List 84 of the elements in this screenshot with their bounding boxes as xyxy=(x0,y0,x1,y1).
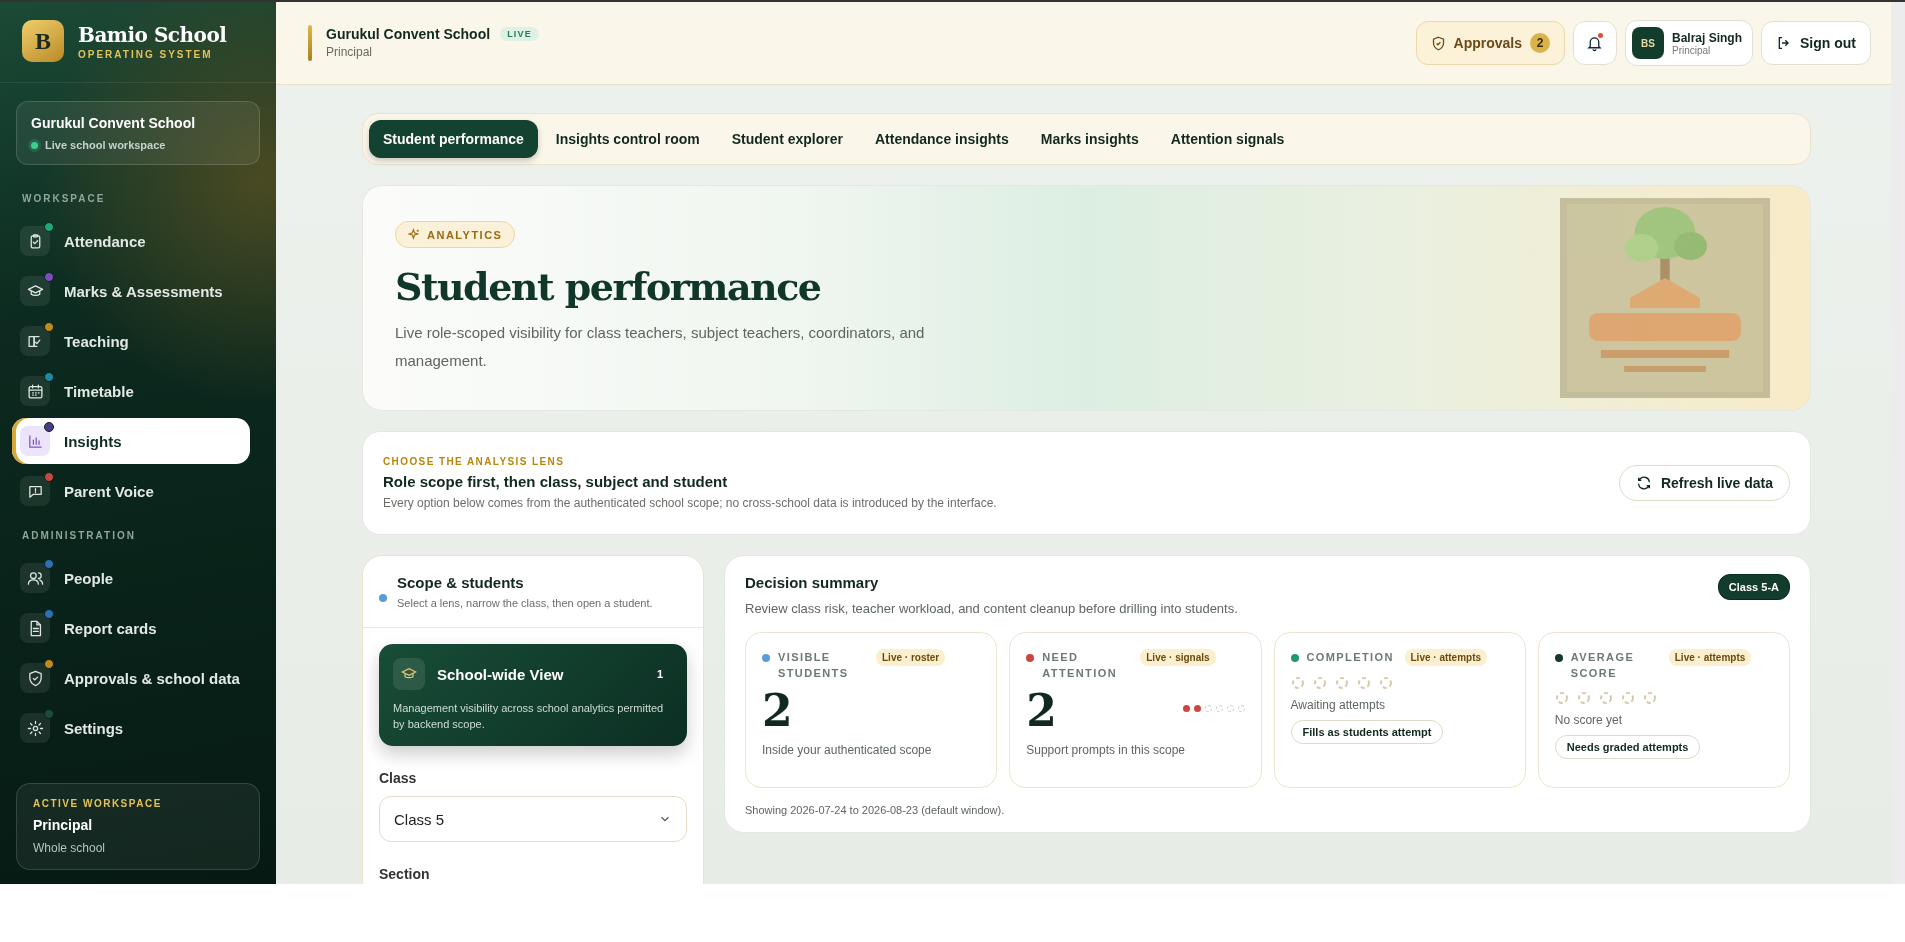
metric-caption: Support prompts in this scope xyxy=(1026,743,1185,757)
user-name: Balraj Singh xyxy=(1672,30,1742,45)
user-role: Principal xyxy=(1672,44,1711,56)
section-label: ADMINISTRATION xyxy=(22,530,137,541)
metric-tag: Live · roster xyxy=(876,649,946,666)
user-menu[interactable]: BS Balraj Singh Principal xyxy=(1625,20,1753,66)
school-status: Live school workspace xyxy=(45,139,166,151)
user-avatar: BS xyxy=(1632,27,1664,59)
metric-label: NEED ATTENTION xyxy=(1042,650,1118,681)
workspace-role: Principal xyxy=(33,817,94,833)
metric-caption: Awaiting attempts xyxy=(1290,698,1385,712)
nav-icon xyxy=(26,669,44,687)
lens-description: Every option below comes from the authenticated school scope; no cross-school data is introduced by the interface. xyxy=(383,496,997,510)
field-label: Class xyxy=(379,770,418,786)
section-label: WORKSPACE xyxy=(22,193,107,204)
class-badge: Class 5-A xyxy=(1717,574,1790,600)
tab[interactable]: Attention signals xyxy=(1156,120,1299,158)
notifications-button[interactable] xyxy=(1573,21,1617,65)
tab[interactable]: Student performance xyxy=(369,120,538,158)
sidebar-item[interactable]: Report cards xyxy=(12,605,250,651)
refresh-icon xyxy=(1635,475,1652,491)
field-label: Section xyxy=(379,866,431,882)
approvals-button[interactable]: Approvals 2 xyxy=(1415,21,1565,65)
metric-caption: No score yet xyxy=(1554,713,1623,727)
analytics-badge: ANALYTICS xyxy=(395,221,516,248)
metric-label: COMPLETION xyxy=(1306,650,1395,665)
tab[interactable]: Marks insights xyxy=(1026,120,1153,158)
summary-description: Review class risk, teacher workload, and content cleanup before drilling into students. xyxy=(745,601,1238,616)
metric-tag: Live · attempts xyxy=(1404,649,1488,666)
sidebar-item[interactable]: Insights xyxy=(12,418,250,464)
lens-eyebrow: CHOOSE THE ANALYSIS LENS xyxy=(383,456,566,467)
sparkle-icon xyxy=(408,228,421,241)
sidebar-item[interactable]: Attendance xyxy=(12,218,250,264)
sidebar-item[interactable]: Timetable xyxy=(12,368,250,414)
school-name: Gurukul Convent School xyxy=(326,26,491,42)
nav-icon xyxy=(26,382,44,400)
nav-icon xyxy=(26,569,44,587)
brand-name: Bamio School xyxy=(78,22,227,47)
loading-placeholder-icon xyxy=(1290,676,1395,690)
page-description: Live role-scoped visibility for class teachers, subject teachers, coordinators, and management. xyxy=(395,323,926,371)
metric-value: 2 xyxy=(1026,687,1057,735)
role-label: Principal xyxy=(326,45,373,59)
tab[interactable]: Attendance insights xyxy=(860,120,1023,158)
date-range-note: Showing 2026-07-24 to 2026-08-23 (default window). xyxy=(745,804,1006,816)
brand-subtitle: OPERATING SYSTEM xyxy=(78,48,214,60)
shield-icon xyxy=(1430,35,1446,51)
metric-caption: Inside your authenticated scope xyxy=(762,743,932,757)
sidebar-item[interactable]: Approvals & school data xyxy=(12,655,250,701)
sidebar-item[interactable]: Marks & Assessments xyxy=(12,268,250,314)
lens-option[interactable]: School-wide View 1 Management visibility across school analytics permitted by backend scope. xyxy=(379,644,687,746)
status-dot xyxy=(31,141,38,149)
summary-title: Decision summary xyxy=(745,574,880,591)
lens-option-title: School-wide View xyxy=(437,665,565,683)
lens-title: Role scope first, then class, subject and student xyxy=(383,473,729,490)
panel-title: Scope & students xyxy=(397,574,525,591)
sign-out-button[interactable]: Sign out xyxy=(1761,21,1871,65)
loading-placeholder-icon xyxy=(1554,691,1659,705)
metric-label: VISIBLE STUDENTS xyxy=(778,650,850,681)
sidebar-item[interactable]: People xyxy=(12,555,250,601)
metric-label: AVERAGE SCORE xyxy=(1570,650,1636,681)
live-badge: LIVE xyxy=(500,27,539,41)
page-title: Student performance xyxy=(395,264,821,309)
class-select[interactable]: Class 5 xyxy=(379,796,687,842)
lens-option-count: 1 xyxy=(656,668,663,680)
metric-value: 2 xyxy=(762,687,793,735)
tab[interactable]: Insights control room xyxy=(541,120,714,158)
refresh-button[interactable]: Refresh live data xyxy=(1618,465,1790,501)
status-dot xyxy=(379,593,387,602)
bell-icon xyxy=(1586,34,1604,52)
metric-tag: Live · signals xyxy=(1140,649,1216,666)
count-badge: 2 xyxy=(1530,33,1550,53)
metric-tag: Live · attempts xyxy=(1668,649,1752,666)
nav-icon xyxy=(26,432,44,450)
nav-icon xyxy=(26,719,44,737)
school-name: Gurukul Convent School xyxy=(31,115,197,131)
sidebar-item[interactable]: Teaching xyxy=(12,318,250,364)
workspace-scope: Whole school xyxy=(33,841,107,855)
lens-option-description: Management visibility across school analytics permitted by backend scope. xyxy=(393,701,665,732)
brand-logo: B xyxy=(22,20,64,62)
sidebar-item[interactable]: Parent Voice xyxy=(12,468,250,514)
sidebar-item[interactable]: Settings xyxy=(12,705,250,751)
tab[interactable]: Student explorer xyxy=(717,120,857,158)
workspace-label: ACTIVE WORKSPACE xyxy=(33,798,163,809)
panel-description: Select a lens, narrow the class, then open a student. xyxy=(397,597,653,609)
